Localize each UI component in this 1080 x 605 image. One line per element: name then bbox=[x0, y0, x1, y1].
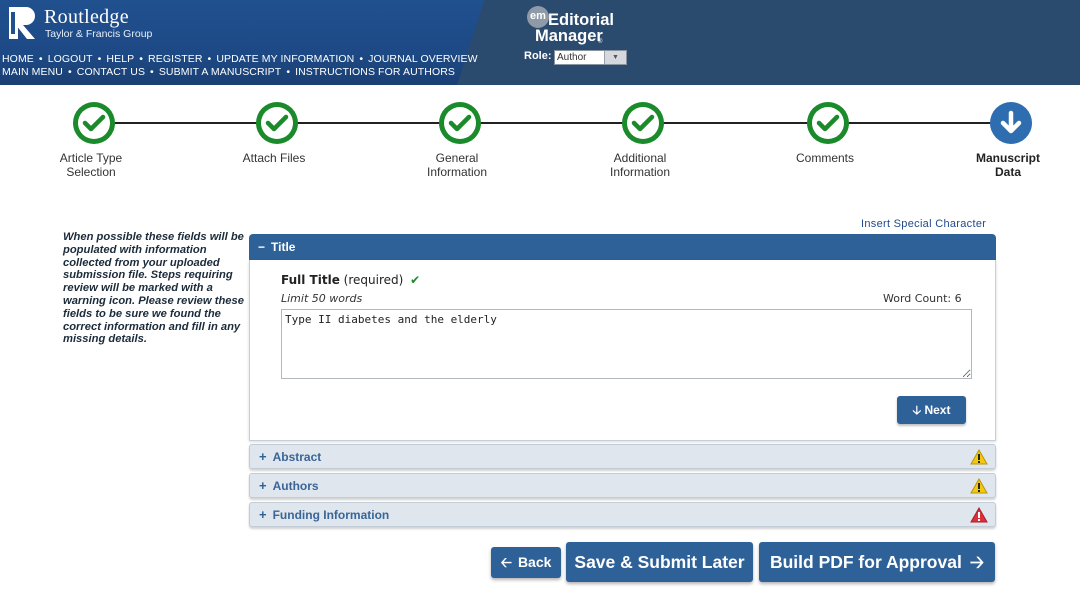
nav-main-menu[interactable]: MAIN MENU bbox=[2, 66, 63, 78]
step-label-comments: Comments bbox=[795, 151, 854, 165]
nav-separator: • bbox=[67, 66, 72, 78]
back-button[interactable]: 🡠 Back bbox=[491, 547, 561, 578]
nav-separator: • bbox=[150, 66, 154, 78]
nav-separator: • bbox=[359, 53, 364, 65]
check-icon bbox=[265, 114, 289, 132]
word-count: Word Count: 6 bbox=[883, 292, 962, 305]
nav-home[interactable]: HOME bbox=[2, 53, 34, 65]
nav-row-2: MAIN MENU • CONTACT US • SUBMIT A MANUSCRIPT… bbox=[2, 66, 455, 78]
nav-journal-overview[interactable]: JOURNAL OVERVIEW bbox=[368, 53, 478, 65]
step-general-information[interactable] bbox=[439, 102, 481, 144]
nav-help[interactable]: HELP bbox=[106, 53, 134, 65]
step-label-article-type-selection: Article Type Selection bbox=[59, 151, 123, 179]
step-comments[interactable] bbox=[807, 102, 849, 144]
section-funding-information[interactable]: + Funding Information bbox=[249, 502, 996, 527]
top-header: Routledge Taylor & Francis Group HOME • LO… bbox=[0, 0, 1080, 85]
check-icon bbox=[631, 114, 655, 132]
help-instructions: When possible these fields will be popul… bbox=[63, 231, 244, 346]
arrow-right-icon: 🡢 bbox=[969, 552, 985, 572]
arrow-left-icon: 🡠 bbox=[500, 554, 512, 570]
collapse-icon: − bbox=[258, 240, 266, 254]
check-icon bbox=[82, 114, 106, 132]
stepper-line bbox=[93, 122, 1011, 124]
required-indicator: (required) bbox=[343, 273, 404, 287]
next-button[interactable]: 🡣 Next bbox=[897, 396, 966, 424]
role-select[interactable]: Author ▼ bbox=[554, 50, 627, 65]
expand-icon: + bbox=[259, 507, 267, 522]
em-title-manager: Manager bbox=[535, 27, 603, 45]
brand-name: Routledge bbox=[44, 6, 129, 28]
section-authors[interactable]: + Authors bbox=[249, 473, 996, 498]
brand-subtitle: Taylor & Francis Group bbox=[45, 28, 153, 40]
check-icon bbox=[448, 114, 472, 132]
error-icon bbox=[970, 507, 988, 523]
check-icon bbox=[816, 114, 840, 132]
nav-separator: • bbox=[38, 53, 43, 65]
role-label: Role: bbox=[524, 50, 552, 62]
step-label-additional-information: Additional Information bbox=[609, 151, 671, 179]
step-attach-files[interactable] bbox=[256, 102, 298, 144]
section-abstract[interactable]: + Abstract bbox=[249, 444, 996, 469]
full-title-label: Full Title (required) ✔ bbox=[281, 273, 421, 287]
warning-icon bbox=[970, 449, 988, 465]
nav-logout[interactable]: LOGOUT bbox=[48, 53, 93, 65]
editorial-manager-page: Routledge Taylor & Francis Group HOME • LO… bbox=[0, 0, 1080, 605]
save-and-submit-later-button[interactable]: Save & Submit Later bbox=[566, 542, 753, 582]
nav-separator: • bbox=[97, 53, 102, 65]
step-article-type-selection[interactable] bbox=[73, 102, 115, 144]
step-label-attach-files: Attach Files bbox=[242, 151, 306, 165]
expand-icon: + bbox=[259, 478, 267, 493]
nav-update-my-information[interactable]: UPDATE MY INFORMATION bbox=[216, 53, 354, 65]
nav-row-1: HOME • LOGOUT • HELP • REGISTER • UPDATE MY INFO… bbox=[2, 53, 478, 65]
role-select-value: Author bbox=[557, 52, 587, 63]
nav-instructions-for-authors[interactable]: INSTRUCTIONS FOR AUTHORS bbox=[295, 66, 455, 78]
word-limit-note: Limit 50 words bbox=[281, 292, 363, 305]
arrow-down-icon: 🡣 bbox=[912, 403, 922, 417]
warning-icon bbox=[970, 478, 988, 494]
step-label-manuscript-data: Manuscript Data bbox=[975, 151, 1040, 179]
full-title-input[interactable]: Type II diabetes and the elderly bbox=[281, 309, 972, 379]
em-trademark: ® bbox=[598, 39, 603, 45]
em-logo-badge: em bbox=[527, 6, 549, 28]
arrow-down-icon bbox=[994, 106, 1028, 140]
section-authors-label: Authors bbox=[272, 479, 319, 493]
nav-separator: • bbox=[139, 53, 144, 65]
nav-separator: • bbox=[207, 53, 212, 65]
section-funding-information-label: Funding Information bbox=[272, 508, 390, 522]
nav-submit-a-manuscript[interactable]: SUBMIT A MANUSCRIPT bbox=[159, 66, 281, 78]
nav-register[interactable]: REGISTER bbox=[148, 53, 202, 65]
step-additional-information[interactable] bbox=[622, 102, 664, 144]
step-manuscript-data[interactable] bbox=[990, 102, 1032, 144]
routledge-logo-icon bbox=[9, 7, 35, 39]
insert-special-character-link[interactable]: Insert Special Character bbox=[861, 218, 986, 230]
valid-check-icon: ✔ bbox=[410, 273, 421, 287]
title-section-label: Title bbox=[271, 240, 296, 254]
expand-icon: + bbox=[259, 449, 267, 464]
title-section-header[interactable]: − Title bbox=[249, 234, 996, 260]
build-pdf-for-approval-button[interactable]: Build PDF for Approval 🡢 bbox=[759, 542, 995, 582]
step-label-general-information: General Information bbox=[426, 151, 488, 179]
section-abstract-label: Abstract bbox=[272, 450, 322, 464]
chevron-down-icon[interactable]: ▼ bbox=[604, 51, 626, 64]
nav-separator: • bbox=[286, 66, 291, 78]
nav-contact-us[interactable]: CONTACT US bbox=[77, 66, 145, 78]
